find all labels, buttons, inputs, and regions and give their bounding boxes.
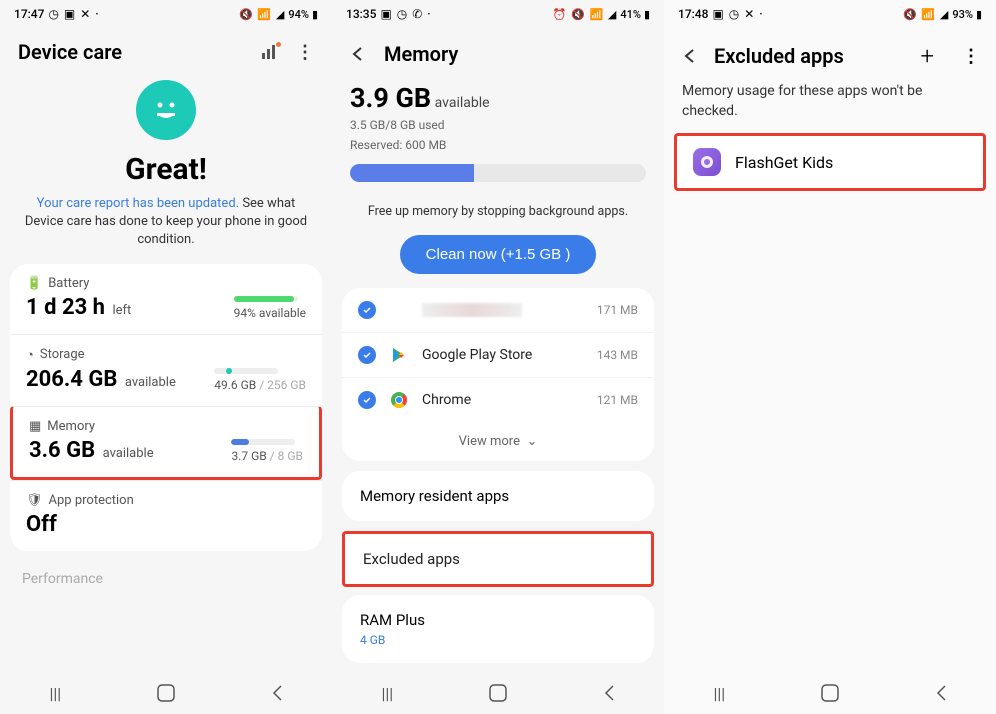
add-icon[interactable]: + xyxy=(920,42,934,70)
app-row[interactable]: Chrome 121 MB xyxy=(342,377,654,422)
storage-row[interactable]: ◔Storage 206.4 GB available 49.6 GB / 25… xyxy=(10,334,322,406)
memory-reserved-line: Reserved: 600 MB xyxy=(350,136,646,154)
back-button[interactable] xyxy=(266,682,288,704)
app-row[interactable]: Google Play Store 143 MB xyxy=(342,332,654,377)
chrome-icon xyxy=(388,389,410,411)
android-nav-bar: ||| xyxy=(664,672,996,714)
screen-excluded-apps: 17:48 ▣ ◷ ✕ · 🔇 📶 ◢ 93% ▮ Excluded apps … xyxy=(664,0,996,714)
status-right-icons: ⏰ 🔇 📶 ◢ xyxy=(553,8,618,21)
status-face-icon xyxy=(136,80,196,140)
status-time: 17:47 xyxy=(14,7,44,21)
screen-device-care: 17:47 ◷ ▣ ✕ · 🔇 📶 ◢ 94% ▮ Device care ⋮ … xyxy=(0,0,332,714)
checkbox-checked-icon[interactable] xyxy=(358,391,376,409)
battery-bar xyxy=(234,296,298,302)
checkbox-checked-icon[interactable] xyxy=(358,301,376,319)
ram-plus-value: 4 GB xyxy=(360,633,636,647)
app-protection-row[interactable]: 🛡App protection Off xyxy=(10,480,322,551)
clean-now-button[interactable]: Clean now (+1.5 GB ) xyxy=(400,235,597,274)
battery-icon: ▮ xyxy=(312,8,318,21)
status-bar: 13:35 ▣ ◷ ✆ · ⏰ 🔇 📶 ◢ 41% ▮ xyxy=(332,0,664,28)
excluded-apps-row[interactable]: Excluded apps xyxy=(342,531,654,587)
app-icon xyxy=(388,299,410,321)
apps-list: 171 MB Google Play Store 143 MB Chrome 1… xyxy=(342,288,654,461)
back-button[interactable] xyxy=(930,682,952,704)
app-row[interactable]: 171 MB xyxy=(342,288,654,332)
excluded-app-name: FlashGet Kids xyxy=(735,153,833,172)
battery-row[interactable]: 🔋Battery 1 d 23 h left 94% available xyxy=(10,264,322,334)
battery-small-icon: 🔋 xyxy=(26,276,42,291)
chevron-down-icon: ⌄ xyxy=(526,434,537,449)
performance-section: Performance xyxy=(0,561,332,597)
excluded-app-row[interactable]: FlashGet Kids xyxy=(674,133,986,191)
page-description: Memory usage for these apps won't be che… xyxy=(664,78,996,133)
storage-icon: ◔ xyxy=(26,347,34,363)
home-button[interactable] xyxy=(155,682,177,704)
android-nav-bar: ||| xyxy=(332,672,664,714)
app-size: 121 MB xyxy=(597,393,638,407)
back-icon[interactable] xyxy=(348,44,368,64)
memory-used-line: 3.5 GB/8 GB used xyxy=(350,116,646,134)
app-size: 171 MB xyxy=(597,303,638,317)
checkbox-checked-icon[interactable] xyxy=(358,346,376,364)
page-title: Excluded apps xyxy=(714,44,906,68)
page-title: Memory xyxy=(384,42,458,66)
report-icon[interactable] xyxy=(262,45,278,59)
status-heading: Great! xyxy=(14,152,318,187)
page-title: Device care xyxy=(18,40,122,64)
freeup-text: Free up memory by stopping background ap… xyxy=(332,192,664,231)
status-left-icons: ◷ ▣ ✕ · xyxy=(48,7,99,21)
status-bar: 17:48 ▣ ◷ ✕ · 🔇 📶 ◢ 93% ▮ xyxy=(664,0,996,28)
shield-icon: 🛡 xyxy=(26,493,43,508)
view-more-button[interactable]: View more ⌄ xyxy=(342,422,654,461)
google-play-icon xyxy=(388,344,410,366)
memory-bar xyxy=(231,439,295,445)
status-description: Your care report has been updated. See w… xyxy=(14,195,318,250)
home-button[interactable] xyxy=(819,682,841,704)
back-button[interactable] xyxy=(598,682,620,704)
memory-row[interactable]: ▦Memory 3.6 GB available 3.7 GB / 8 GB xyxy=(10,406,322,480)
status-battery: 93% xyxy=(952,8,973,21)
status-right-icons: 🔇 📶 ◢ xyxy=(903,8,949,21)
battery-icon: ▮ xyxy=(644,8,650,21)
status-bar: 17:47 ◷ ▣ ✕ · 🔇 📶 ◢ 94% ▮ xyxy=(0,0,332,28)
flashget-kids-icon xyxy=(693,148,721,176)
more-icon[interactable]: ⋮ xyxy=(962,46,980,67)
ram-plus-row[interactable]: RAM Plus 4 GB xyxy=(342,595,654,663)
memory-icon: ▦ xyxy=(29,419,41,434)
memory-resident-apps-row[interactable]: Memory resident apps xyxy=(342,471,654,521)
status-time: 17:48 xyxy=(678,7,708,21)
battery-icon: ▮ xyxy=(976,8,982,21)
storage-bar xyxy=(214,368,278,374)
app-size: 143 MB xyxy=(597,348,638,362)
screen-memory: 13:35 ▣ ◷ ✆ · ⏰ 🔇 📶 ◢ 41% ▮ Memory 3.9 G… xyxy=(332,0,664,714)
status-battery: 94% xyxy=(288,8,309,21)
back-icon[interactable] xyxy=(680,46,700,66)
memory-progress-bar xyxy=(350,164,646,182)
recents-button[interactable]: ||| xyxy=(44,682,66,704)
memory-available: 3.9 GB available xyxy=(350,82,646,114)
app-name-redacted xyxy=(422,303,522,317)
home-button[interactable] xyxy=(487,682,509,704)
status-left-icons: ▣ ◷ ✕ · xyxy=(712,7,763,21)
recents-button[interactable]: ||| xyxy=(376,682,398,704)
status-right-icons: 🔇 📶 ◢ xyxy=(239,8,285,21)
status-left-icons: ▣ ◷ ✆ · xyxy=(380,7,431,21)
app-name: Chrome xyxy=(422,392,585,408)
recents-button[interactable]: ||| xyxy=(708,682,730,704)
more-icon[interactable]: ⋮ xyxy=(296,42,314,63)
status-time: 13:35 xyxy=(346,7,376,21)
app-name: Google Play Store xyxy=(422,347,585,363)
status-battery: 41% xyxy=(620,8,641,21)
android-nav-bar: ||| xyxy=(0,672,332,714)
